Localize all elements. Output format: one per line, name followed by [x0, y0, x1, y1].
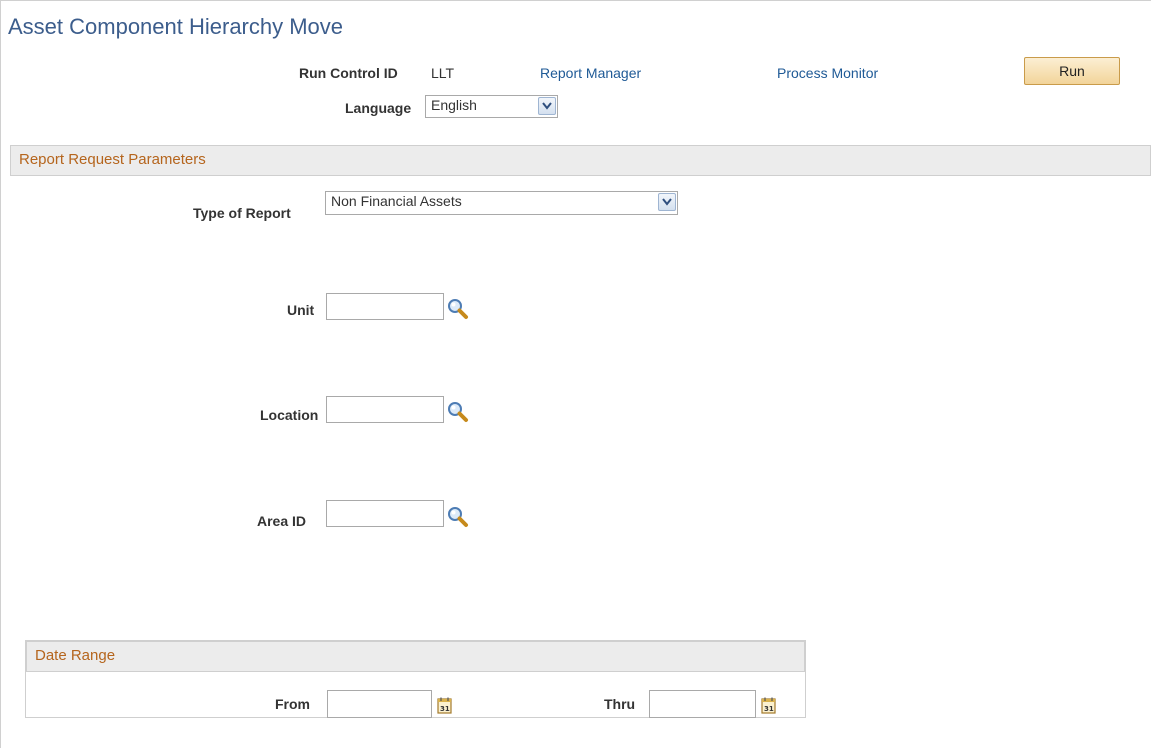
area-id-input[interactable]: [326, 500, 444, 527]
from-calendar-icon[interactable]: 31: [437, 697, 453, 717]
run-control-id-value: LLT: [431, 65, 455, 81]
chevron-down-icon: [658, 193, 676, 211]
chevron-down-icon: [538, 97, 556, 115]
from-date-input[interactable]: [327, 690, 432, 718]
process-monitor-link[interactable]: Process Monitor: [777, 65, 878, 81]
date-range-header: Date Range: [26, 641, 805, 672]
thru-label: Thru: [604, 696, 636, 712]
report-request-parameters-header: Report Request Parameters: [10, 145, 1151, 176]
type-of-report-select-value: Non Financial Assets: [331, 193, 462, 209]
page-top-border: [0, 0, 1151, 1]
thru-date-input[interactable]: [649, 690, 756, 718]
from-label: From: [275, 696, 310, 712]
run-control-id-label: Run Control ID: [299, 65, 398, 81]
type-of-report-select[interactable]: Non Financial Assets: [325, 191, 678, 215]
thru-calendar-icon[interactable]: 31: [761, 697, 777, 717]
type-of-report-label: Type of Report: [193, 205, 291, 221]
run-button[interactable]: Run: [1024, 57, 1120, 85]
area-id-lookup-icon[interactable]: [446, 506, 470, 531]
language-select[interactable]: English: [425, 95, 558, 118]
location-label: Location: [260, 407, 319, 423]
report-manager-link[interactable]: Report Manager: [540, 65, 641, 81]
report-request-parameters-title: Report Request Parameters: [19, 151, 206, 168]
date-range-title: Date Range: [35, 647, 116, 664]
svg-text:31: 31: [440, 705, 450, 713]
unit-input[interactable]: [326, 293, 444, 320]
unit-label: Unit: [287, 302, 315, 318]
language-label: Language: [345, 100, 412, 116]
page-left-border: [0, 0, 1, 748]
language-select-value: English: [431, 97, 477, 113]
area-id-label: Area ID: [257, 513, 307, 529]
location-input[interactable]: [326, 396, 444, 423]
location-lookup-icon[interactable]: [446, 401, 470, 426]
unit-lookup-icon[interactable]: [446, 298, 470, 323]
svg-text:31: 31: [764, 705, 774, 713]
page-title: Asset Component Hierarchy Move: [8, 14, 344, 39]
